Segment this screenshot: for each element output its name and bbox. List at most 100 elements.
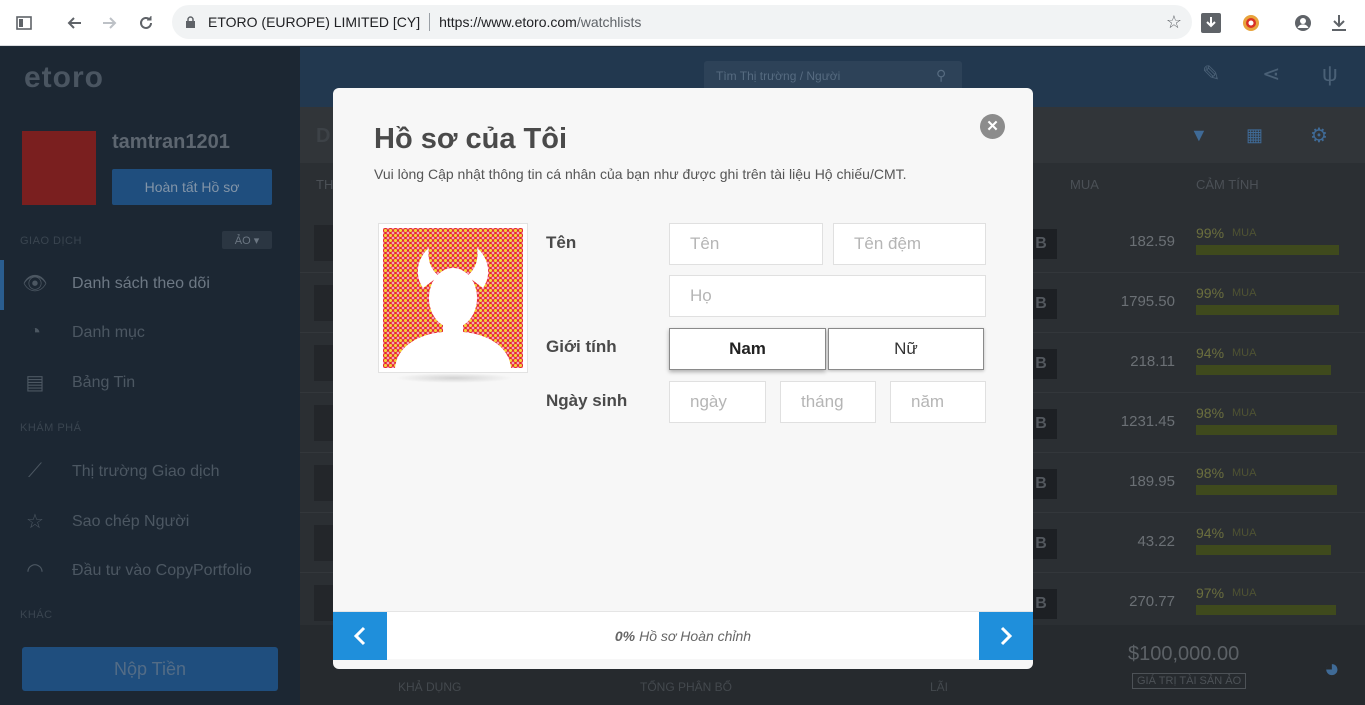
url-host: https://www.etoro.com — [439, 14, 577, 30]
sidebar-item-label: Danh sách theo dõi — [72, 274, 210, 292]
user-avatar[interactable] — [22, 131, 96, 205]
buy-price: 189.95 — [1129, 473, 1175, 490]
etoro-logo: etoro — [24, 61, 104, 94]
chrome-extension-icon[interactable] — [1233, 5, 1269, 41]
profile-icon[interactable] — [1285, 5, 1321, 41]
sentiment-buy-label: MUA — [1232, 407, 1257, 419]
bookmark-star-icon[interactable]: ☆ — [1166, 12, 1182, 33]
forward-icon[interactable] — [92, 5, 128, 41]
section-label-explore: KHÁM PHÁ — [20, 422, 82, 434]
close-icon[interactable]: ✕ — [980, 114, 1005, 139]
download-extension-icon[interactable] — [1193, 5, 1229, 41]
complete-profile-button[interactable]: Hoàn tất Hồ sơ — [112, 169, 272, 205]
sidebar-item-label: Đầu tư vào CopyPortfolio — [72, 561, 252, 579]
address-bar[interactable]: ETORO (EUROPE) LIMITED [CY] https://www.… — [172, 5, 1192, 39]
pie-icon: ◔ — [28, 321, 42, 343]
first-name-input[interactable] — [669, 223, 823, 265]
sidebar: etoro tamtran1201 Hoàn tất Hồ sơ GIAO DỊ… — [0, 47, 300, 705]
sidebar-item-label: Sao chép Người — [72, 512, 190, 530]
watchlist-title-fragment: D — [316, 125, 331, 147]
profile-modal: ✕ Hồ sơ của Tôi Vui lòng Cập nhật thông … — [333, 88, 1033, 669]
eye-icon: 👁 — [22, 273, 48, 295]
share-icon[interactable]: ⋖ — [1262, 61, 1280, 87]
dob-year-input[interactable] — [890, 381, 986, 423]
sentiment-percent: 99% — [1196, 285, 1225, 301]
gender-male-button[interactable]: Nam — [669, 328, 826, 370]
modal-footer: 0% Hồ sơ Hoàn chỉnh — [333, 611, 1033, 660]
chevron-left-icon — [353, 626, 366, 646]
sentiment-bar — [1196, 305, 1339, 315]
dob-month-input[interactable] — [780, 381, 876, 423]
name-label: Tên — [546, 233, 577, 252]
buy-price: 182.59 — [1129, 233, 1175, 250]
sentiment-bar — [1196, 425, 1337, 435]
chevron-right-icon — [1000, 626, 1013, 646]
sentiment-buy-label: MUA — [1232, 587, 1257, 599]
previous-button[interactable] — [333, 612, 387, 660]
equity-total: $100,000.00 — [1128, 643, 1240, 665]
deposit-button[interactable]: Nộp Tiền — [22, 647, 278, 691]
sentiment-bar — [1196, 245, 1339, 255]
search-input[interactable]: Tìm Thị trường / Người — [704, 61, 962, 91]
sidebar-item-markets[interactable]: ⟋ Thị trường Giao dịch — [20, 460, 219, 483]
buy-price: 270.77 — [1129, 593, 1175, 610]
portfolio-pie-icon[interactable]: ◕ — [1324, 653, 1340, 684]
buy-price: 1231.45 — [1120, 413, 1175, 430]
downloads-icon[interactable] — [1321, 5, 1357, 41]
url-path: /watchlists — [576, 14, 642, 30]
gender-female-button[interactable]: Nữ — [828, 328, 984, 370]
filter-icon[interactable]: ▼ — [1190, 125, 1208, 146]
username[interactable]: tamtran1201 — [112, 131, 230, 154]
news-icon: ▤ — [25, 372, 45, 394]
sidebar-item-copy-people[interactable]: ☆ Sao chép Người — [20, 509, 189, 534]
column-header-fragment: TH — [316, 177, 334, 192]
sidebar-item-label: Danh mục — [72, 323, 145, 341]
default-avatar-image — [383, 228, 523, 368]
sentiment-buy-label: MUA — [1232, 467, 1257, 479]
middle-name-input[interactable] — [833, 223, 986, 265]
dob-label: Ngày sinh — [546, 391, 628, 410]
etoro-bull-icon[interactable]: ψ — [1322, 61, 1338, 87]
dob-day-input[interactable] — [669, 381, 766, 423]
sentiment-percent: 94% — [1196, 525, 1225, 541]
profile-photo-upload[interactable] — [378, 223, 528, 373]
active-indicator — [0, 260, 4, 310]
sidebar-item-watchlist[interactable]: 👁 Danh sách theo dõi — [20, 271, 210, 296]
settings-gear-icon[interactable]: ⚙ — [1310, 123, 1328, 148]
sentiment-percent: 98% — [1196, 465, 1225, 481]
reload-icon[interactable] — [128, 5, 164, 41]
browser-toolbar: ETORO (EUROPE) LIMITED [CY] https://www.… — [0, 0, 1365, 46]
tab-search-icon[interactable] — [6, 5, 42, 41]
progress-percent: 0% — [614, 628, 636, 644]
next-button[interactable] — [979, 612, 1033, 660]
sentiment-bar — [1196, 605, 1336, 615]
star-icon: ☆ — [26, 511, 44, 533]
lock-icon — [182, 14, 198, 30]
sentiment-buy-label: MUA — [1232, 527, 1257, 539]
sidebar-item-news[interactable]: ▤ Bảng Tin — [20, 370, 136, 395]
section-label-trade: GIAO DỊCH — [20, 235, 82, 247]
address-separator — [429, 13, 431, 31]
sentiment-percent: 99% — [1196, 225, 1225, 241]
sidebar-item-copyportfolio[interactable]: ◠ Đầu tư vào CopyPortfolio — [20, 558, 252, 583]
back-icon[interactable] — [56, 5, 92, 41]
search-icon[interactable]: ⚲ — [936, 67, 946, 84]
sentiment-buy-label: MUA — [1232, 347, 1257, 359]
sidebar-item-label: Thị trường Giao dịch — [72, 462, 220, 480]
gender-label: Giới tính — [546, 337, 617, 356]
grid-view-icon[interactable]: ▦ — [1246, 125, 1263, 146]
sentiment-buy-label: MUA — [1232, 227, 1257, 239]
sentiment-buy-label: MUA — [1232, 287, 1257, 299]
buy-price: 218.11 — [1130, 353, 1175, 370]
sentiment-percent: 94% — [1196, 345, 1225, 361]
trend-icon: ⟋ — [28, 460, 42, 482]
buy-price: 43.22 — [1137, 533, 1175, 550]
sentiment-bar — [1196, 485, 1337, 495]
virtual-mode-badge[interactable]: ẢO ▾ — [222, 231, 272, 249]
sidebar-item-portfolio[interactable]: ◔ Danh mục — [20, 321, 145, 344]
progress-label: Hồ sơ Hoàn chỉnh — [639, 628, 752, 644]
equity-label: GIÁ TRỊ TÀI SẢN ẢO — [1132, 673, 1247, 689]
last-name-input[interactable] — [669, 275, 986, 317]
pencil-icon[interactable]: ✎ — [1202, 61, 1220, 87]
photo-shadow — [395, 373, 513, 383]
